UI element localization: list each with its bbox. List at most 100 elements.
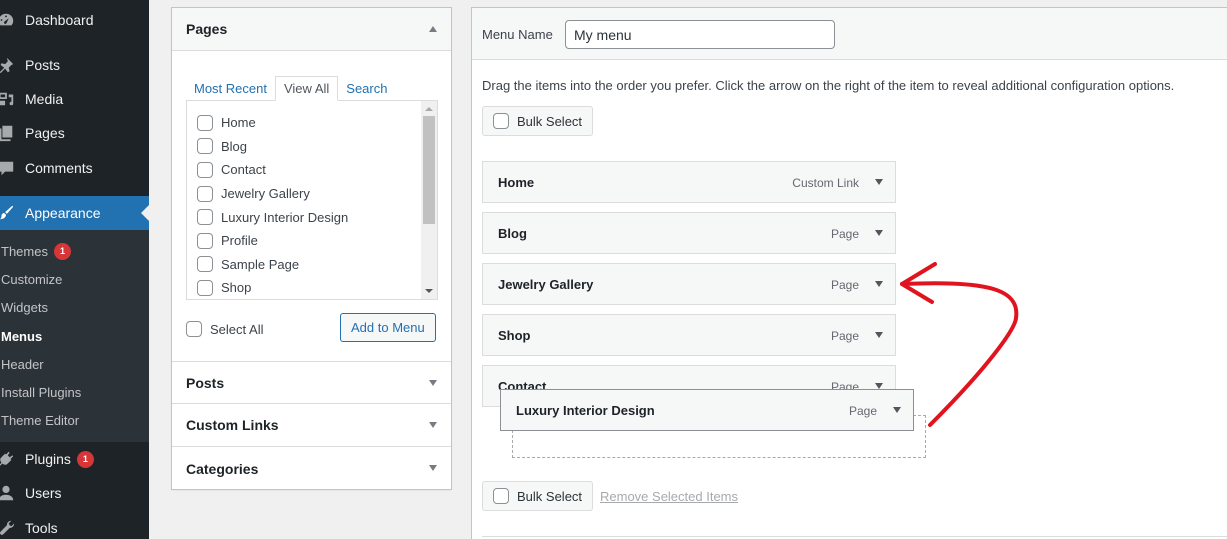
sidebar-item-appearance[interactable]: Appearance [0,196,149,230]
sidebar-item-dashboard[interactable]: Dashboard [0,3,149,37]
page-checkbox-row[interactable]: Home [197,111,348,135]
add-menu-items-panel: Pages Most Recent View All Search Home B… [171,7,452,490]
scroll-down-arrow-icon[interactable] [425,289,433,293]
page-checkbox-row[interactable]: Profile [197,229,348,253]
menu-item-dragging[interactable]: Luxury Interior Design Page [500,389,914,431]
tab-search[interactable]: Search [338,76,395,101]
item-edit-arrow-icon[interactable] [893,407,901,413]
submenu-label: Header [1,356,44,372]
menu-item-blog[interactable]: Blog Page [482,212,896,254]
page-checkbox-row[interactable]: Contact [197,158,348,182]
page-checkbox-row[interactable]: Jewelry Gallery [197,182,348,206]
admin-sidebar: Dashboard Posts Media Pages Comments App… [0,0,149,539]
submenu-item-install-plugins[interactable]: Install Plugins [1,380,81,404]
page-checkbox-row[interactable]: Luxury Interior Design [197,205,348,229]
page-label: Home [221,115,256,131]
divider [482,536,1227,537]
comment-icon [0,158,25,178]
menu-name-label: Menu Name [482,27,553,42]
bulk-select-label: Bulk Select [517,488,583,504]
pin-icon [0,55,25,75]
menu-header: Menu Name [472,8,1227,60]
wrench-icon [0,518,25,538]
menu-item-title: Home [498,174,535,190]
collapse-arrow-icon[interactable] [429,26,437,32]
accordion-title: Categories [186,460,259,477]
plugin-icon [0,449,25,469]
item-edit-arrow-icon[interactable] [875,332,883,338]
menu-item-home[interactable]: Home Custom Link [482,161,896,203]
item-edit-arrow-icon[interactable] [875,230,883,236]
menu-item-shop[interactable]: Shop Page [482,314,896,356]
remove-selected-items-link[interactable]: Remove Selected Items [600,489,738,504]
submenu-item-widgets[interactable]: Widgets [1,295,48,319]
item-edit-arrow-icon[interactable] [875,281,883,287]
submenu-item-header[interactable]: Header [1,352,44,376]
checkbox[interactable] [493,488,509,504]
item-edit-arrow-icon[interactable] [875,179,883,185]
checkbox[interactable] [197,232,213,249]
page-label: Jewelry Gallery [221,186,310,202]
submenu-item-theme-editor[interactable]: Theme Editor [1,408,79,432]
accordion-posts-header[interactable]: Posts [172,361,451,404]
menu-structure-panel: Menu Name Drag the items into the order … [471,7,1227,539]
page-checkbox-row[interactable]: Shop [197,276,348,299]
checkbox[interactable] [197,138,213,155]
menu-item-jewelry-gallery[interactable]: Jewelry Gallery Page [482,263,896,305]
tab-most-recent[interactable]: Most Recent [186,76,275,101]
submenu-item-menus[interactable]: Menus [1,324,42,348]
page-label: Shop [221,280,252,296]
sidebar-item-posts[interactable]: Posts [0,48,149,82]
submenu-label: Install Plugins [1,384,82,400]
accordion-pages-header[interactable]: Pages [172,8,451,51]
bulk-select-label: Bulk Select [517,113,583,129]
sidebar-label: Tools [25,520,58,536]
select-all-checkbox[interactable]: Select All [186,321,263,337]
checklist-scrollbar[interactable] [421,101,437,299]
accordion-title: Custom Links [186,417,279,433]
checkbox[interactable] [197,185,213,202]
checkbox[interactable] [197,279,213,296]
submenu-label: Theme Editor [1,412,80,428]
scroll-up-arrow-icon[interactable] [425,107,433,111]
page-label: Profile [221,233,258,249]
sidebar-item-tools[interactable]: Tools [0,511,149,539]
page-label: Luxury Interior Design [221,209,349,225]
sidebar-label: Posts [25,57,61,73]
add-to-menu-button[interactable]: Add to Menu [340,313,436,342]
page-checkbox-row[interactable]: Blog [197,135,348,159]
expand-arrow-icon[interactable] [429,465,437,471]
accordion-custom-links-header[interactable]: Custom Links [172,404,451,447]
menu-item-type: Page [848,404,877,418]
sidebar-label: Plugins [25,451,71,467]
scroll-thumb[interactable] [423,116,435,224]
bulk-select-top-button[interactable]: Bulk Select [482,106,594,136]
expand-arrow-icon[interactable] [429,380,437,386]
page-checkbox-row[interactable]: Sample Page [197,253,348,277]
sidebar-item-users[interactable]: Users [0,476,149,510]
tab-view-all[interactable]: View All [274,76,339,101]
accordion-title: Posts [186,374,225,391]
appearance-submenu: Themes 1 Customize Widgets Menus Header … [0,230,149,442]
menu-name-input[interactable] [565,20,835,49]
current-menu-pointer [141,205,149,221]
select-all-label: Select All [210,321,264,337]
submenu-item-themes[interactable]: Themes 1 [1,239,71,263]
sidebar-item-pages[interactable]: Pages [0,116,149,150]
accordion-categories-header[interactable]: Categories [172,447,451,490]
pages-tabs: Most Recent View All Search [186,76,395,101]
checkbox[interactable] [197,114,213,131]
sidebar-label: Dashboard [25,12,94,28]
bulk-select-bottom-button[interactable]: Bulk Select [482,481,594,511]
checkbox[interactable] [197,209,213,226]
checkbox[interactable] [197,161,213,178]
sidebar-item-plugins[interactable]: Plugins 1 [0,442,149,476]
submenu-item-customize[interactable]: Customize [1,267,62,291]
sidebar-label: Comments [25,160,93,176]
sidebar-item-media[interactable]: Media [0,82,149,116]
checkbox[interactable] [493,113,509,129]
sidebar-item-comments[interactable]: Comments [0,151,149,185]
expand-arrow-icon[interactable] [429,422,437,428]
checkbox[interactable] [186,321,202,337]
checkbox[interactable] [197,256,213,273]
